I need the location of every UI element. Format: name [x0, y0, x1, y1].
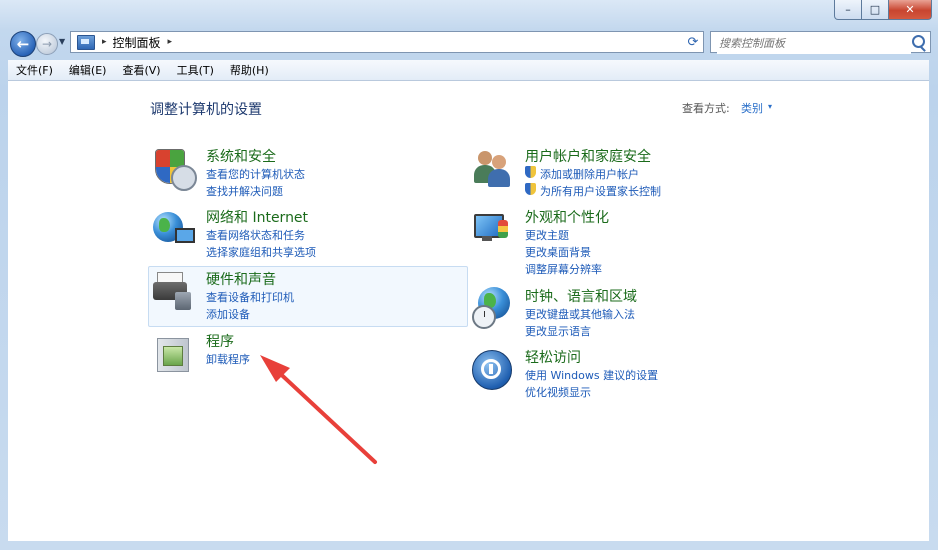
- network-globe-icon[interactable]: [151, 208, 195, 250]
- link-recommended-settings[interactable]: 使用 Windows 建议的设置: [525, 367, 658, 383]
- category-title[interactable]: 轻松访问: [525, 347, 581, 367]
- forward-button[interactable]: →: [36, 33, 58, 55]
- uac-shield-icon: [525, 166, 536, 178]
- link-parental-controls[interactable]: 为所有用户设置家长控制: [540, 183, 661, 199]
- address-path[interactable]: 控制面板: [113, 34, 161, 51]
- content-area: 调整计算机的设置 查看方式: 类别 ▾ 系统和安全 查看您的计算机状态 查找并解…: [8, 81, 929, 541]
- view-by-label: 查看方式:: [682, 102, 730, 115]
- category-title[interactable]: 时钟、语言和区域: [525, 286, 637, 306]
- recent-pages-dropdown[interactable]: ▼: [59, 37, 65, 46]
- monitor-paint-icon[interactable]: [470, 208, 512, 250]
- category-ease-of-access: 轻松访问 使用 Windows 建议的设置 优化视频显示: [468, 345, 788, 403]
- search-input[interactable]: [717, 33, 911, 54]
- link-add-device[interactable]: 添加设备: [206, 306, 250, 322]
- menu-view[interactable]: 查看(V): [114, 62, 168, 78]
- link-find-fix-problems[interactable]: 查找并解决问题: [206, 183, 283, 199]
- menu-help[interactable]: 帮助(H): [222, 62, 277, 78]
- menu-tools[interactable]: 工具(T): [169, 62, 222, 78]
- category-system-security: 系统和安全 查看您的计算机状态 查找并解决问题: [149, 144, 469, 202]
- link-screen-resolution[interactable]: 调整屏幕分辨率: [525, 261, 602, 277]
- users-icon[interactable]: [470, 147, 512, 189]
- view-by-chevron-icon[interactable]: ▾: [768, 102, 772, 111]
- category-appearance: 外观和个性化 更改主题 更改桌面背景 调整屏幕分辨率: [468, 205, 788, 281]
- view-by-dropdown[interactable]: 类别: [741, 100, 763, 116]
- printer-icon[interactable]: [151, 270, 193, 312]
- link-devices-printers[interactable]: 查看设备和打印机: [206, 289, 294, 305]
- address-separator[interactable]: ▸: [102, 37, 107, 47]
- menu-file[interactable]: 文件(F): [8, 62, 61, 78]
- programs-icon[interactable]: [151, 332, 193, 374]
- link-change-display-language[interactable]: 更改显示语言: [525, 323, 591, 339]
- ease-of-access-icon[interactable]: [470, 348, 512, 390]
- category-title[interactable]: 程序: [206, 331, 234, 351]
- search-icon[interactable]: [912, 35, 925, 48]
- link-add-remove-accounts[interactable]: 添加或删除用户帐户: [540, 166, 639, 182]
- link-homegroup-sharing[interactable]: 选择家庭组和共享选项: [206, 244, 316, 260]
- close-button[interactable]: ✕: [889, 0, 932, 20]
- page-title: 调整计算机的设置: [150, 102, 262, 118]
- link-optimize-display[interactable]: 优化视频显示: [525, 384, 591, 400]
- category-title[interactable]: 网络和 Internet: [206, 207, 308, 227]
- link-change-background[interactable]: 更改桌面背景: [525, 244, 591, 260]
- search-box[interactable]: [710, 31, 931, 54]
- category-title[interactable]: 系统和安全: [206, 146, 276, 166]
- refresh-button[interactable]: ⟳: [683, 31, 704, 53]
- link-view-computer-status[interactable]: 查看您的计算机状态: [206, 166, 305, 182]
- category-hardware-sound: 硬件和声音 查看设备和打印机 添加设备: [148, 266, 468, 327]
- link-change-keyboard[interactable]: 更改键盘或其他输入法: [525, 306, 635, 322]
- address-bar[interactable]: ▸ 控制面板 ▸ ▾: [70, 31, 704, 53]
- link-view-network-status[interactable]: 查看网络状态和任务: [206, 227, 305, 243]
- shield-icon[interactable]: [151, 147, 197, 191]
- category-title[interactable]: 硬件和声音: [206, 269, 276, 289]
- window-controls: – □ ✕: [834, 0, 932, 20]
- minimize-button[interactable]: –: [834, 0, 862, 20]
- maximize-button[interactable]: □: [862, 0, 889, 20]
- globe-clock-icon[interactable]: [470, 287, 512, 329]
- control-panel-icon: [77, 34, 95, 50]
- link-uninstall-program[interactable]: 卸载程序: [206, 351, 250, 367]
- address-trail-separator[interactable]: ▸: [168, 37, 173, 47]
- category-user-accounts: 用户帐户和家庭安全 添加或删除用户帐户 为所有用户设置家长控制: [468, 144, 788, 202]
- category-title[interactable]: 外观和个性化: [525, 207, 609, 227]
- window-frame: – □ ✕ ← → ▼ ▸ 控制面板 ▸ ▾ ⟳ 文件(F) 编辑(E) 查看(…: [0, 0, 938, 550]
- link-change-theme[interactable]: 更改主题: [525, 227, 569, 243]
- category-title[interactable]: 用户帐户和家庭安全: [525, 146, 651, 166]
- menu-bar: 文件(F) 编辑(E) 查看(V) 工具(T) 帮助(H): [8, 60, 929, 81]
- menu-edit[interactable]: 编辑(E): [61, 62, 115, 78]
- category-programs: 程序 卸载程序: [149, 329, 469, 387]
- back-button[interactable]: ←: [10, 31, 36, 57]
- category-clock-language-region: 时钟、语言和区域 更改键盘或其他输入法 更改显示语言: [468, 284, 788, 342]
- category-network-internet: 网络和 Internet 查看网络状态和任务 选择家庭组和共享选项: [149, 205, 469, 263]
- uac-shield-icon: [525, 183, 536, 195]
